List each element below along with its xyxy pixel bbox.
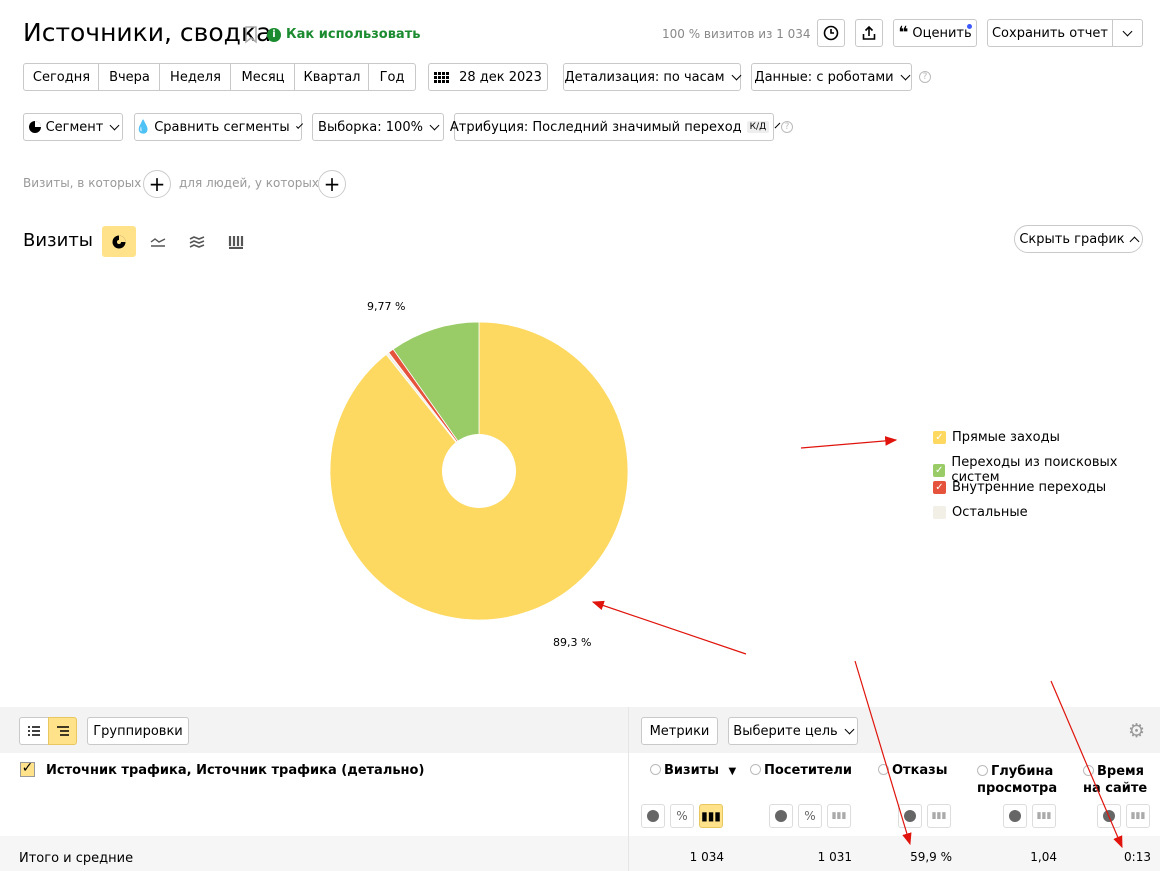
- visits-pie-toggle[interactable]: [641, 804, 665, 828]
- goal-dropdown[interactable]: Выберите цель: [728, 717, 858, 745]
- tree-list-icon: [56, 726, 69, 736]
- total-visitors: 1 031: [817, 850, 852, 864]
- legend-item-direct[interactable]: ✓ Прямые заходы: [933, 430, 1060, 445]
- donut-hole: [442, 434, 516, 508]
- help-icon[interactable]: [750, 764, 761, 775]
- total-visits: 1 034: [689, 850, 724, 864]
- pie-icon: [775, 810, 787, 822]
- bounces-bar-toggle[interactable]: ▮▮▮: [927, 804, 951, 828]
- column-depth[interactable]: Глубина просмотра: [977, 763, 1057, 797]
- percent-icon: %: [804, 809, 816, 823]
- depth-pie-toggle[interactable]: [1003, 804, 1027, 828]
- legend-item-other[interactable]: Остальные: [933, 505, 1028, 520]
- sort-desc-icon: ▼: [728, 766, 737, 777]
- pie-chart: [329, 321, 629, 621]
- chevron-down-icon: [844, 724, 855, 734]
- pie-icon: [904, 810, 916, 822]
- column-bounces[interactable]: Отказы: [878, 763, 948, 778]
- totals-divider: [628, 836, 629, 871]
- legend-item-internal[interactable]: ✓ Внутренние переходы: [933, 480, 1106, 495]
- help-icon[interactable]: [977, 765, 988, 776]
- list-icon: [28, 726, 40, 736]
- column-visits[interactable]: Визиты ▼: [650, 763, 736, 778]
- visits-bar-toggle[interactable]: ▮▮▮: [699, 804, 723, 828]
- groupings-button[interactable]: Группировки: [87, 717, 189, 745]
- time-bar-toggle[interactable]: ▮▮▮: [1126, 804, 1150, 828]
- tree-view-button[interactable]: [48, 717, 77, 745]
- bounces-pie-toggle[interactable]: [898, 804, 922, 828]
- help-icon[interactable]: [650, 764, 661, 775]
- help-icon[interactable]: [878, 764, 889, 775]
- visitors-percent-toggle[interactable]: %: [798, 804, 822, 828]
- slice-label-direct: 89,3 %: [553, 636, 592, 649]
- checkbox-icon: ✓: [933, 481, 946, 494]
- flat-view-button[interactable]: [19, 717, 49, 745]
- time-pie-toggle[interactable]: [1097, 804, 1121, 828]
- visitors-pie-toggle[interactable]: [769, 804, 793, 828]
- depth-bar-toggle[interactable]: ▮▮▮: [1032, 804, 1056, 828]
- bar-icon: ▮▮▮: [1036, 811, 1052, 821]
- checkbox-icon: ✓: [933, 431, 946, 444]
- percent-icon: %: [676, 809, 688, 823]
- settings-icon[interactable]: ⚙: [1128, 722, 1145, 741]
- bar-icon: ▮▮▮: [931, 811, 947, 821]
- bar-icon: ▮▮▮: [701, 809, 721, 823]
- dimension-checkbox[interactable]: ✓: [20, 761, 35, 777]
- column-visitors[interactable]: Посетители: [750, 763, 852, 778]
- pie-icon: [647, 810, 659, 822]
- totals-label: Итого и средние: [19, 851, 134, 866]
- total-bounces: 59,9 %: [910, 850, 952, 864]
- slice-label-search: 9,77 %: [367, 300, 406, 313]
- totals-row: [0, 836, 1160, 871]
- bar-icon: ▮▮▮: [831, 811, 847, 821]
- bar-icon: ▮▮▮: [1130, 811, 1146, 821]
- metrics-button[interactable]: Метрики: [641, 717, 718, 745]
- checkbox-icon: [933, 506, 946, 519]
- dimension-header: Источник трафика, Источник трафика (дета…: [46, 763, 425, 778]
- total-depth: 1,04: [1030, 850, 1057, 864]
- visitors-bar-toggle[interactable]: ▮▮▮: [827, 804, 851, 828]
- checkbox-icon: ✓: [933, 463, 946, 477]
- pie-icon: [1103, 810, 1115, 822]
- column-time[interactable]: Время на сайте: [1083, 763, 1147, 797]
- visits-percent-toggle[interactable]: %: [670, 804, 694, 828]
- help-icon[interactable]: [1083, 765, 1094, 776]
- total-time: 0:13: [1124, 850, 1151, 864]
- pie-icon: [1009, 810, 1021, 822]
